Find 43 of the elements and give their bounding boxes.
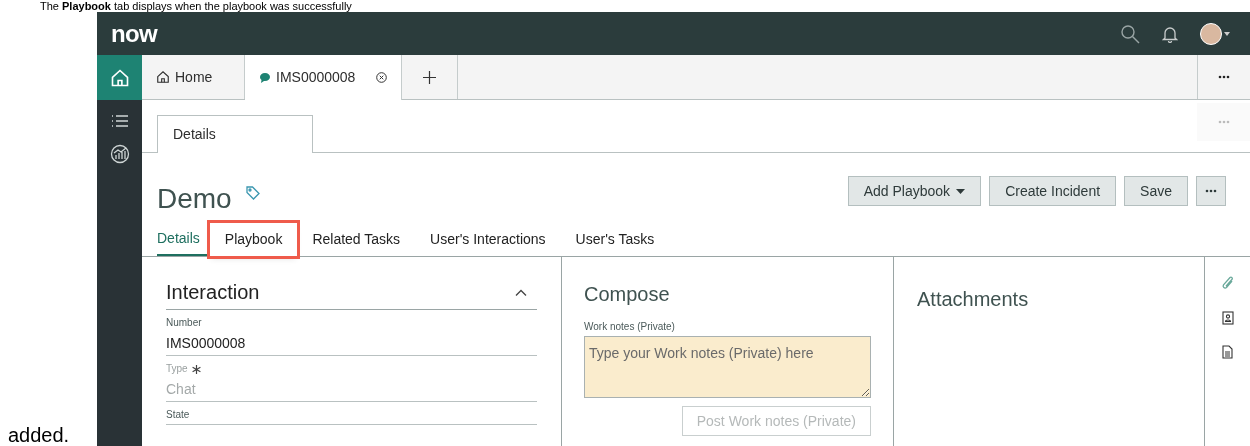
bell-icon[interactable] bbox=[1162, 24, 1178, 43]
caption-text: added. bbox=[8, 424, 70, 446]
record-tab[interactable]: Related Tasks bbox=[297, 223, 416, 256]
record-tab[interactable]: User's Interactions bbox=[415, 223, 561, 256]
field-value[interactable]: IMS0000008 bbox=[166, 334, 537, 352]
field-label: Number bbox=[166, 317, 202, 329]
avatar-menu[interactable] bbox=[1200, 22, 1230, 45]
record-tab[interactable]: Playbook bbox=[209, 223, 298, 256]
search-icon[interactable] bbox=[1120, 23, 1140, 44]
section-title: Compose bbox=[584, 282, 671, 307]
caret-icon bbox=[956, 188, 966, 194]
action-button[interactable]: Add Playbook bbox=[847, 176, 982, 206]
chevron-up-icon[interactable] bbox=[515, 288, 527, 296]
record-tab[interactable]: Details bbox=[157, 223, 210, 256]
home-icon bbox=[109, 67, 130, 88]
sub-tab[interactable]: Details bbox=[157, 115, 313, 153]
required-icon bbox=[191, 364, 201, 374]
caption-text: The Playbook tab displays when the playbook was successfully bbox=[40, 0, 352, 12]
work-notes-field[interactable]: Type your Work notes (Private) here bbox=[584, 336, 871, 398]
document-icon[interactable] bbox=[1222, 345, 1233, 359]
record-title: Demo bbox=[157, 182, 232, 216]
plus-icon bbox=[423, 70, 436, 84]
list-icon[interactable] bbox=[110, 114, 129, 128]
field-label: Work notes (Private) bbox=[584, 320, 676, 334]
more-icon[interactable] bbox=[1205, 189, 1217, 193]
more-icon[interactable] bbox=[1218, 75, 1230, 79]
home-icon bbox=[156, 70, 170, 84]
action-button[interactable]: Create Incident bbox=[989, 176, 1117, 206]
field-label: State bbox=[166, 409, 190, 421]
caret-icon bbox=[1224, 31, 1230, 36]
close-icon[interactable] bbox=[376, 72, 387, 83]
contact-card-icon[interactable] bbox=[1221, 311, 1234, 325]
record-tab[interactable]: User's Tasks bbox=[560, 223, 670, 256]
paperclip-icon[interactable] bbox=[1220, 275, 1235, 291]
section-title: Attachments bbox=[917, 288, 1029, 310]
section-title: Interaction bbox=[166, 280, 260, 305]
workspace-tab[interactable]: IMS0000008 bbox=[245, 55, 402, 100]
chat-bubble-icon bbox=[259, 71, 271, 84]
chart-circle-icon[interactable] bbox=[109, 144, 130, 164]
tag-icon[interactable] bbox=[245, 186, 260, 200]
app-logo[interactable]: now bbox=[111, 15, 158, 52]
field-label: Type bbox=[166, 363, 188, 375]
action-button[interactable]: Save bbox=[1124, 176, 1188, 206]
